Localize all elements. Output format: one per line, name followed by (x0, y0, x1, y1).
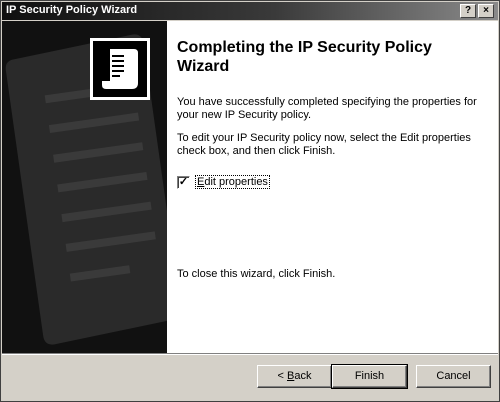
success-message: You have successfully completed specifyi… (177, 96, 477, 121)
edit-properties-label-rest: dit properties (204, 176, 268, 188)
edit-properties-row[interactable]: ✓ Edit properties (177, 175, 270, 189)
back-prefix: < (277, 370, 287, 382)
document-scroll-icon (90, 38, 150, 100)
wizard-window: IP Security Policy Wizard ? × Completing… (0, 0, 500, 402)
title-bar[interactable]: IP Security Policy Wizard ? × (2, 2, 498, 20)
edit-properties-label[interactable]: Edit properties (195, 175, 270, 189)
back-button[interactable]: < Back (257, 365, 332, 388)
finish-button[interactable]: Finish (331, 364, 408, 389)
edit-instructions: To edit your IP Security policy now, sel… (177, 132, 471, 157)
cancel-button[interactable]: Cancel (416, 365, 491, 388)
help-button[interactable]: ? (460, 4, 476, 18)
back-label-rest: ack (294, 370, 312, 382)
edit-properties-checkbox[interactable]: ✓ (177, 175, 190, 189)
button-separator (2, 353, 498, 355)
close-button[interactable]: × (478, 4, 494, 18)
page-title: Completing the IP Security Policy Wizard (177, 39, 432, 75)
close-instructions: To close this wizard, click Finish. (177, 268, 336, 280)
window-title: IP Security Policy Wizard (6, 4, 138, 16)
